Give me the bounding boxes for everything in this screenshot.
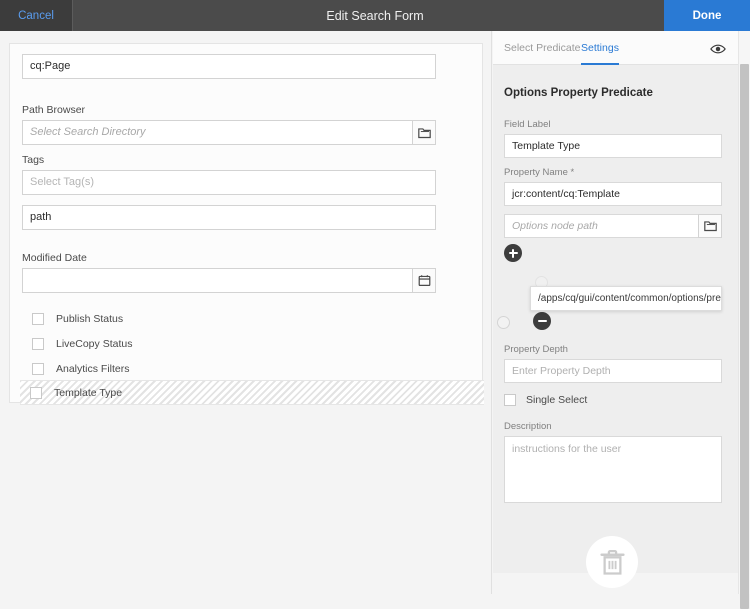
path-input[interactable]: path: [22, 205, 436, 230]
body-area: cq:Page Path Browser Select Search Direc…: [0, 31, 750, 594]
checkbox-single-select[interactable]: [504, 394, 516, 406]
checkbox-label-single-select: Single Select: [526, 394, 587, 406]
field-group-options-node-path: Options node path: [504, 214, 722, 238]
done-button[interactable]: Done: [664, 0, 750, 31]
description-textarea[interactable]: instructions for the user: [504, 436, 722, 503]
field-group-path-browser: Path Browser Select Search Directory: [22, 104, 436, 145]
checkbox-livecopy-status[interactable]: [32, 338, 44, 350]
trash-drop-zone[interactable]: [586, 536, 638, 588]
checkbox-row-analytics-filters[interactable]: Analytics Filters: [22, 356, 484, 381]
modified-date-row: [22, 268, 436, 293]
field-group-modified-date: Modified Date: [22, 252, 436, 293]
eye-icon: [710, 43, 726, 55]
calendar-icon: [418, 274, 431, 287]
tab-select-predicate[interactable]: Select Predicate: [504, 31, 580, 65]
preview-toggle-button[interactable]: [709, 40, 726, 57]
add-option-button[interactable]: [504, 244, 522, 262]
checkbox-row-template-type[interactable]: Template Type: [20, 380, 484, 405]
tags-input[interactable]: Select Tag(s): [22, 170, 436, 195]
options-node-path-input[interactable]: Options node path: [504, 214, 698, 238]
cancel-button[interactable]: Cancel: [0, 0, 73, 31]
vertical-scrollbar-thumb[interactable]: [740, 64, 749, 609]
description-label: Description: [504, 421, 722, 432]
path-browser-row: Select Search Directory: [22, 120, 436, 145]
path-browser-input[interactable]: Select Search Directory: [22, 120, 412, 145]
field-group-property-name: Property Name * jcr:content/cq:Template: [504, 167, 722, 206]
cq-page-input[interactable]: cq:Page: [22, 54, 436, 79]
field-group-property-depth: Property Depth Enter Property Depth: [504, 344, 722, 383]
folder-icon-button-options-node-path[interactable]: [698, 214, 722, 238]
checkbox-label-livecopy-status: LiveCopy Status: [56, 338, 132, 350]
field-label-input[interactable]: Template Type: [504, 134, 722, 158]
search-form-card: cq:Page Path Browser Select Search Direc…: [9, 43, 483, 403]
calendar-icon-button[interactable]: [412, 268, 436, 293]
options-node-path-row: Options node path: [504, 214, 722, 238]
path-browser-label: Path Browser: [22, 104, 436, 116]
folder-icon: [704, 220, 717, 232]
properties-tabbar: Select Predicate Settings: [493, 31, 738, 65]
tags-label: Tags: [22, 154, 436, 166]
field-group-path: path: [22, 205, 436, 230]
checkbox-template-type[interactable]: [30, 387, 42, 399]
vertical-scrollbar-track[interactable]: [738, 31, 750, 594]
field-group-field-label: Field Label Template Type: [504, 119, 722, 158]
tab-settings[interactable]: Settings: [581, 31, 619, 65]
checkbox-row-livecopy-status[interactable]: LiveCopy Status: [22, 331, 484, 356]
folder-icon: [418, 127, 431, 139]
checkbox-publish-status[interactable]: [32, 313, 44, 325]
property-depth-label: Property Depth: [504, 344, 722, 355]
field-group-cq-page: cq:Page: [22, 54, 436, 79]
checkbox-analytics-filters[interactable]: [32, 363, 44, 375]
trash-icon: [599, 548, 626, 577]
checkbox-label-template-type: Template Type: [54, 387, 122, 399]
property-name-label: Property Name *: [504, 167, 722, 178]
modified-date-input[interactable]: [22, 268, 412, 293]
form-preview-pane: cq:Page Path Browser Select Search Direc…: [0, 31, 492, 594]
title-bar: Cancel: [0, 0, 750, 31]
checkbox-row-publish-status[interactable]: Publish Status: [22, 306, 484, 331]
field-label-label: Field Label: [504, 119, 722, 130]
checkbox-label-analytics-filters: Analytics Filters: [56, 363, 130, 375]
field-group-tags: Tags Select Tag(s): [22, 154, 436, 195]
field-group-description: Description instructions for the user: [504, 421, 722, 503]
checkbox-row-single-select[interactable]: Single Select: [504, 394, 587, 406]
modified-date-label: Modified Date: [22, 252, 436, 264]
minus-icon: [538, 320, 547, 323]
property-name-input[interactable]: jcr:content/cq:Template: [504, 182, 722, 206]
folder-icon-button-path-browser[interactable]: [412, 120, 436, 145]
checkbox-label-publish-status: Publish Status: [56, 313, 123, 325]
property-depth-input[interactable]: Enter Property Depth: [504, 359, 722, 383]
drop-placeholder-circle-lower: [497, 316, 510, 329]
properties-panel-title: Options Property Predicate: [504, 87, 653, 99]
dragged-option-path-field[interactable]: /apps/cq/gui/content/common/options/pred…: [530, 286, 722, 311]
remove-option-button[interactable]: [533, 312, 551, 330]
